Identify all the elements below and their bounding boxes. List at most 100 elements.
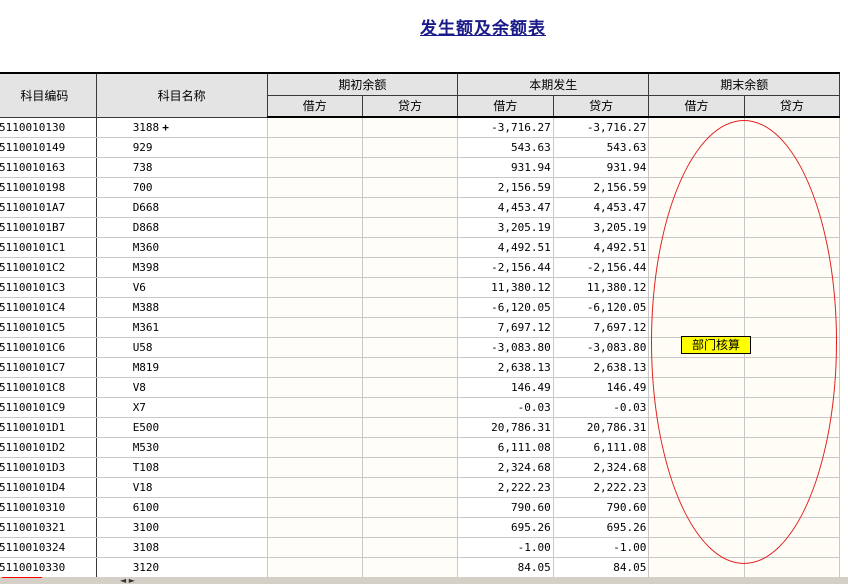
cell-name[interactable]: X7 — [95, 396, 268, 418]
cell-code[interactable]: 51100101D1 — [0, 416, 97, 438]
table-row[interactable]: 5110010324 3108 -1.00 -1.00 — [0, 536, 841, 558]
cell-closing-credit[interactable] — [743, 156, 841, 178]
cell-code[interactable]: 51100101C1 — [0, 236, 97, 258]
spreadsheet-area[interactable]: 科目编码 科目名称 期初余额 本期发生 期末余额 借方 贷方 借方 贷方 借方 … — [0, 72, 848, 584]
cell-closing-debit[interactable] — [648, 316, 745, 338]
cell-current-credit[interactable]: -0.03 — [552, 396, 650, 418]
header-current-debit[interactable]: 借方 — [457, 94, 554, 118]
cell-closing-debit[interactable] — [648, 476, 745, 498]
cell-current-debit[interactable]: 7,697.12 — [457, 316, 554, 338]
cell-opening-credit[interactable] — [361, 176, 459, 198]
cell-current-credit[interactable]: 2,324.68 — [552, 456, 650, 478]
cell-opening-credit[interactable] — [361, 336, 459, 358]
cell-opening-debit[interactable] — [266, 436, 363, 458]
cell-opening-debit[interactable] — [266, 396, 363, 418]
cell-name[interactable]: M398 — [95, 256, 268, 278]
cell-name[interactable]: 6100 — [95, 496, 268, 518]
cell-current-debit[interactable]: -6,120.05 — [457, 296, 554, 318]
cell-current-credit[interactable]: 2,156.59 — [552, 176, 650, 198]
cell-code[interactable]: 51100101A7 — [0, 196, 97, 218]
cell-code[interactable]: 5110010324 — [0, 536, 97, 558]
cell-current-debit[interactable]: 695.26 — [457, 516, 554, 538]
cell-current-credit[interactable]: 3,205.19 — [552, 216, 650, 238]
cell-name[interactable]: T108 — [95, 456, 268, 478]
table-row[interactable]: 51100101C2 M398 -2,156.44 -2,156.44 — [0, 256, 841, 278]
cell-name[interactable]: D868 — [95, 216, 268, 238]
cell-name[interactable]: 3120 — [95, 556, 268, 578]
cell-code[interactable]: 51100101C8 — [0, 376, 97, 398]
cell-name[interactable]: 3188 + — [95, 116, 268, 138]
header-name[interactable]: 科目名称 — [95, 72, 268, 118]
cell-opening-debit[interactable] — [266, 496, 363, 518]
cell-current-credit[interactable]: 4,492.51 — [552, 236, 650, 258]
cell-opening-debit[interactable] — [266, 336, 363, 358]
cell-name[interactable]: E500 — [95, 416, 268, 438]
cell-code[interactable]: 51100101C5 — [0, 316, 97, 338]
table-row[interactable]: 5110010330 3120 84.05 84.05 — [0, 556, 841, 578]
cell-opening-credit[interactable] — [361, 256, 459, 278]
header-opening-debit[interactable]: 借方 — [266, 94, 363, 118]
table-row[interactable]: 5110010321 3100 695.26 695.26 — [0, 516, 841, 538]
cell-closing-credit[interactable] — [743, 456, 841, 478]
cell-current-debit[interactable]: -2,156.44 — [457, 256, 554, 278]
cell-closing-debit[interactable] — [648, 376, 745, 398]
cell-closing-credit[interactable] — [743, 216, 841, 238]
cell-current-debit[interactable]: 11,380.12 — [457, 276, 554, 298]
cell-closing-credit[interactable] — [743, 356, 841, 378]
cell-opening-credit[interactable] — [361, 356, 459, 378]
cell-name[interactable]: M361 — [95, 316, 268, 338]
cell-opening-credit[interactable] — [361, 116, 459, 138]
cell-opening-credit[interactable] — [361, 216, 459, 238]
cell-opening-debit[interactable] — [266, 536, 363, 558]
cell-code[interactable]: 5110010310 — [0, 496, 97, 518]
table-row[interactable]: 51100101B7 D868 3,205.19 3,205.19 — [0, 216, 841, 238]
cell-current-credit[interactable]: 695.26 — [552, 516, 650, 538]
cell-opening-credit[interactable] — [361, 376, 459, 398]
table-row[interactable]: 51100101C9 X7 -0.03 -0.03 — [0, 396, 841, 418]
cell-name[interactable]: 3100 — [95, 516, 268, 538]
cell-code[interactable]: 51100101B7 — [0, 216, 97, 238]
cell-name[interactable]: M388 — [95, 296, 268, 318]
cell-opening-credit[interactable] — [361, 436, 459, 458]
cell-opening-debit[interactable] — [266, 296, 363, 318]
cell-closing-debit[interactable] — [648, 456, 745, 478]
cell-current-debit[interactable]: 84.05 — [457, 556, 554, 578]
cell-current-credit[interactable]: 4,453.47 — [552, 196, 650, 218]
cell-closing-credit[interactable] — [743, 316, 841, 338]
cell-name[interactable]: V8 — [95, 376, 268, 398]
cell-current-debit[interactable]: 790.60 — [457, 496, 554, 518]
cell-opening-debit[interactable] — [266, 196, 363, 218]
cell-current-debit[interactable]: 2,324.68 — [457, 456, 554, 478]
cell-code[interactable]: 51100101C6 — [0, 336, 97, 358]
cell-closing-debit[interactable] — [648, 556, 745, 578]
cell-closing-credit[interactable] — [743, 556, 841, 578]
cell-closing-credit[interactable] — [743, 256, 841, 278]
cell-closing-credit[interactable] — [743, 196, 841, 218]
sheet-tab[interactable] — [2, 577, 42, 584]
cell-closing-debit[interactable] — [648, 116, 745, 138]
cell-current-credit[interactable]: 6,111.08 — [552, 436, 650, 458]
cell-closing-credit[interactable] — [743, 416, 841, 438]
table-row[interactable]: 5110010163 738 931.94 931.94 — [0, 156, 841, 178]
cell-opening-credit[interactable] — [361, 156, 459, 178]
cell-current-debit[interactable]: 2,638.13 — [457, 356, 554, 378]
cell-closing-debit[interactable] — [648, 516, 745, 538]
cell-opening-credit[interactable] — [361, 556, 459, 578]
table-row[interactable]: 51100101C5 M361 7,697.12 7,697.12 — [0, 316, 841, 338]
cell-opening-credit[interactable] — [361, 236, 459, 258]
cell-current-debit[interactable]: -1.00 — [457, 536, 554, 558]
tab-nav-icon[interactable]: ◄ ► — [120, 577, 135, 584]
cell-current-debit[interactable]: -0.03 — [457, 396, 554, 418]
cell-opening-credit[interactable] — [361, 496, 459, 518]
cell-current-credit[interactable]: 7,697.12 — [552, 316, 650, 338]
cell-closing-credit[interactable] — [743, 336, 841, 358]
cell-current-debit[interactable]: 4,453.47 — [457, 196, 554, 218]
table-row[interactable]: 51100101D4 V18 2,222.23 2,222.23 — [0, 476, 841, 498]
header-closing-balance[interactable]: 期末余额 — [648, 72, 840, 96]
cell-name[interactable]: V18 — [95, 476, 268, 498]
cell-opening-debit[interactable] — [266, 216, 363, 238]
cell-current-credit[interactable]: 11,380.12 — [552, 276, 650, 298]
cell-closing-debit[interactable] — [648, 496, 745, 518]
department-accounting-tag[interactable]: 部门核算 — [681, 336, 751, 354]
cell-current-debit[interactable]: 2,156.59 — [457, 176, 554, 198]
